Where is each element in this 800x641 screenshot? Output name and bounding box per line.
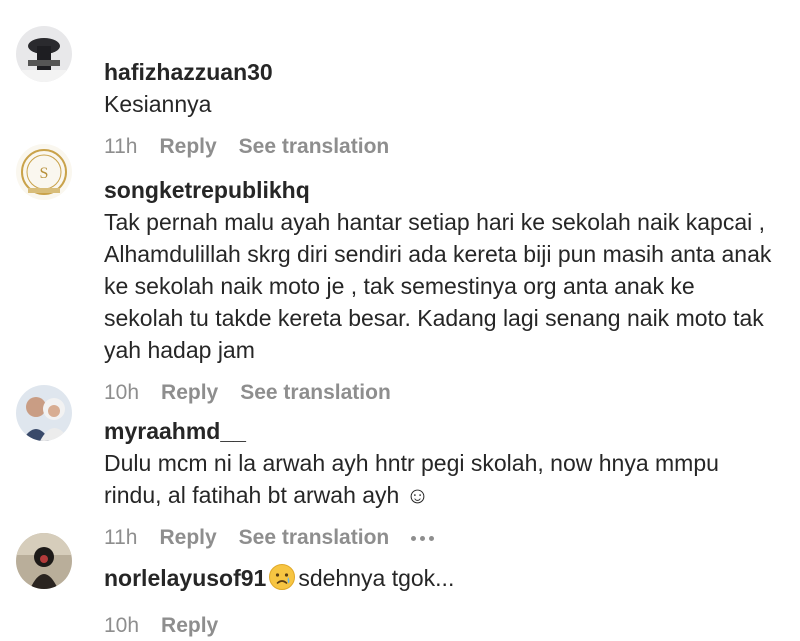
comment-timestamp: 10h xyxy=(104,614,140,637)
comment-text: Tak pernah malu ayah hantar setiap hari … xyxy=(104,209,772,363)
crying-face-emoji-icon xyxy=(268,563,296,599)
reply-button[interactable]: Reply xyxy=(161,614,218,638)
comment-meta: 10h Reply xyxy=(104,611,780,641)
comment-username[interactable]: hafizhazzuan30 xyxy=(104,59,273,85)
avatar[interactable] xyxy=(16,385,72,441)
avatar[interactable]: S xyxy=(16,144,72,200)
comment-text-block: hafizhazzuan30 Kesiannya xyxy=(104,24,780,120)
avatar[interactable] xyxy=(16,533,72,589)
comment-text-block: songketrepublikhq Tak pernah malu ayah h… xyxy=(104,142,780,366)
svg-text:S: S xyxy=(40,165,49,182)
comment-username[interactable]: myraahmd__ xyxy=(104,418,246,444)
comment-text-block: myraahmd__ Dulu mcm ni la arwah ayh hntr… xyxy=(104,383,780,511)
comment-username[interactable]: songketrepublikhq xyxy=(104,177,310,203)
avatar[interactable] xyxy=(16,26,72,82)
comment-text-block: norlelayusof91 sdehnya tgok... xyxy=(104,530,780,599)
comment-text: Dulu mcm ni la arwah ayh hntr pegi skola… xyxy=(104,450,719,508)
comment-username[interactable]: norlelayusof91 xyxy=(104,565,266,591)
comment-text: Kesiannya xyxy=(104,91,212,117)
comment-text: sdehnya tgok... xyxy=(298,565,455,591)
